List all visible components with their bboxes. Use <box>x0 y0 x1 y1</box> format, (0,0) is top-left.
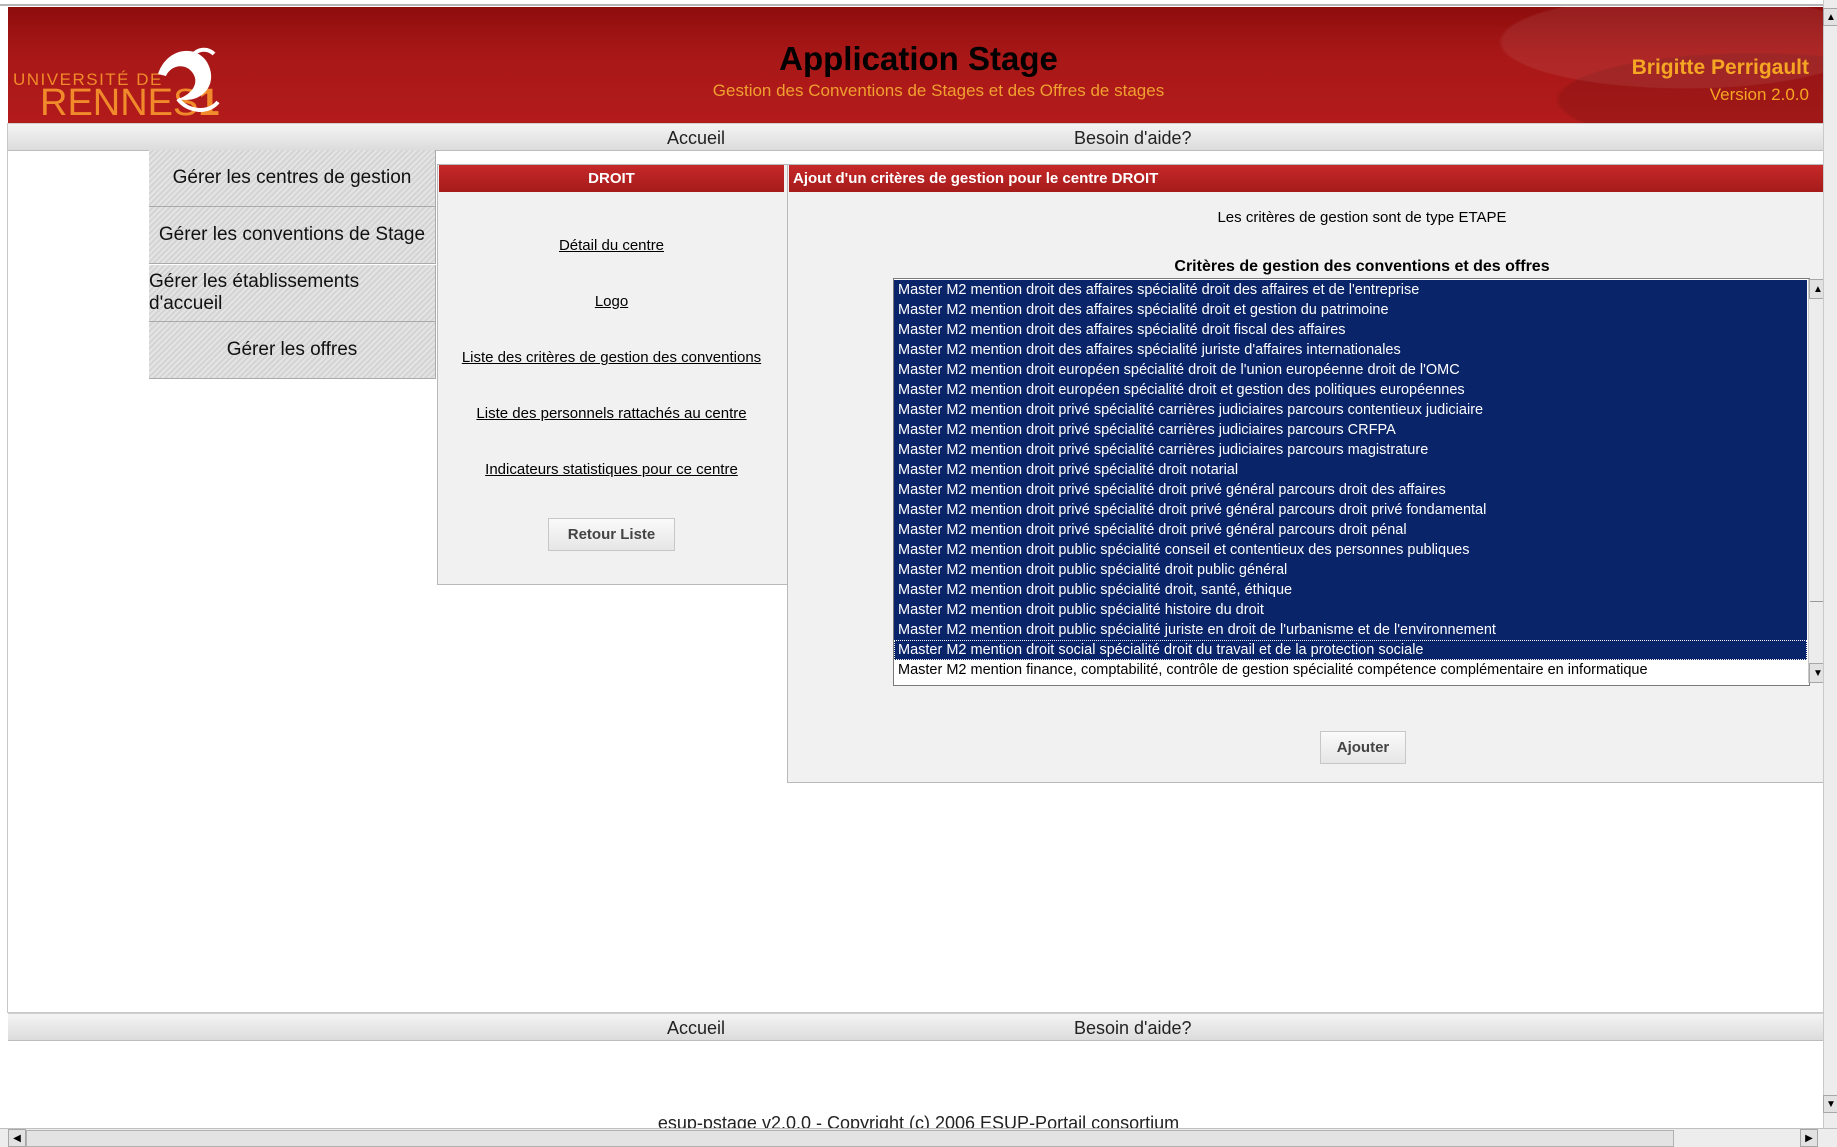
app-title: Application Stage <box>779 40 1058 77</box>
window-scroll-right-icon[interactable]: ▶ <box>1800 1129 1818 1147</box>
criteria-option[interactable]: Master M2 mention droit privé spécialité… <box>894 440 1807 460</box>
back-to-list-button[interactable]: Retour Liste <box>548 518 675 551</box>
criteria-option[interactable]: Master M2 mention finance, comptabilité,… <box>894 660 1807 680</box>
bottom-nav-bar: Accueil Besoin d'aide? <box>8 1013 1823 1041</box>
link-attached-staff[interactable]: Liste des personnels rattachés au centre <box>437 405 786 422</box>
link-statistics[interactable]: Indicateurs statistiques pour ce centre <box>437 461 786 478</box>
criteria-option[interactable]: Master M2 mention droit privé spécialité… <box>894 500 1807 520</box>
footer-home-link[interactable]: Accueil <box>667 1018 725 1039</box>
footer-help-link[interactable]: Besoin d'aide? <box>1074 1018 1192 1039</box>
window-horizontal-scrollbar[interactable]: ◀ ▶ <box>0 1128 1837 1147</box>
user-name: Brigitte Perrigault <box>1631 56 1809 79</box>
add-criteria-title: Ajout d'un critères de gestion pour le c… <box>789 165 1823 192</box>
criteria-type-text: Les critères de gestion sont de type ETA… <box>1217 209 1507 226</box>
criteria-option[interactable]: Master M2 mention droit privé spécialité… <box>894 480 1807 500</box>
content-border-left <box>7 123 8 1013</box>
criteria-option[interactable]: Master M2 mention droit privé spécialité… <box>894 460 1807 480</box>
criteria-option[interactable]: Master M2 mention droit des affaires spé… <box>894 300 1807 320</box>
link-logo[interactable]: Logo <box>437 293 786 310</box>
center-panel-title: DROIT <box>439 165 784 192</box>
criteria-option[interactable]: Master M2 mention droit des affaires spé… <box>894 320 1807 340</box>
criteria-option[interactable]: Master M2 mention droit public spécialit… <box>894 580 1807 600</box>
criteria-option[interactable]: Master M2 mention droit public spécialit… <box>894 600 1807 620</box>
criteria-list-title: Critères de gestion des conventions et d… <box>1174 258 1550 275</box>
menu-item-label: Gérer les conventions de Stage <box>158 224 426 245</box>
criteria-option[interactable]: Master M2 mention droit des affaires spé… <box>894 340 1807 360</box>
window-top-edge <box>0 4 1823 6</box>
criteria-option[interactable]: Master M2 mention droit privé spécialité… <box>894 420 1807 440</box>
add-button[interactable]: Ajouter <box>1320 731 1406 764</box>
link-management-criteria[interactable]: Liste des critères de gestion des conven… <box>437 349 786 366</box>
window-vertical-scrollbar[interactable]: ▲ ▼ <box>1823 0 1837 1128</box>
window-scroll-thumb[interactable] <box>26 1130 1674 1147</box>
window-scroll-up-icon[interactable]: ▲ <box>1823 8 1837 26</box>
criteria-multiselect[interactable]: Master M2 mention droit des affaires spé… <box>893 278 1810 686</box>
criteria-option[interactable]: Master M2 mention droit européen spécial… <box>894 380 1807 400</box>
menu-item-label: Gérer les offres <box>226 339 358 360</box>
menu-manage-centers[interactable]: Gérer les centres de gestion <box>149 150 436 207</box>
app-version: Version 2.0.0 <box>1709 85 1809 104</box>
nav-home-link[interactable]: Accueil <box>667 128 725 149</box>
menu-manage-conventions[interactable]: Gérer les conventions de Stage <box>149 207 436 264</box>
link-center-detail[interactable]: Détail du centre <box>437 237 786 254</box>
app-subtitle: Gestion des Conventions de Stages et des… <box>712 81 1165 100</box>
menu-manage-host-companies[interactable]: Gérer les établissements d'accueil <box>149 265 436 322</box>
menu-manage-offers[interactable]: Gérer les offres <box>149 322 436 379</box>
nav-help-link[interactable]: Besoin d'aide? <box>1074 128 1192 149</box>
criteria-option[interactable]: Master M2 mention droit des affaires spé… <box>894 280 1807 300</box>
menu-item-label: Gérer les établissements d'accueil <box>149 271 360 314</box>
criteria-option[interactable]: Master M2 mention droit privé spécialité… <box>894 400 1807 420</box>
criteria-option[interactable]: Master M2 mention droit social spécialit… <box>894 640 1807 660</box>
menu-item-label: Gérer les centres de gestion <box>172 167 412 188</box>
criteria-option[interactable]: Master M2 mention droit public spécialit… <box>894 560 1807 580</box>
window-scroll-left-icon[interactable]: ◀ <box>8 1129 26 1147</box>
criteria-option[interactable]: Master M2 mention droit européen spécial… <box>894 360 1807 380</box>
top-nav-bar: Accueil Besoin d'aide? <box>8 123 1823 151</box>
criteria-option[interactable]: Master M2 mention droit privé spécialité… <box>894 520 1807 540</box>
criteria-option[interactable]: Master M2 mention droit public spécialit… <box>894 620 1807 640</box>
criteria-option[interactable]: Master M2 mention droit public spécialit… <box>894 540 1807 560</box>
window-scroll-down-icon[interactable]: ▼ <box>1823 1095 1837 1113</box>
